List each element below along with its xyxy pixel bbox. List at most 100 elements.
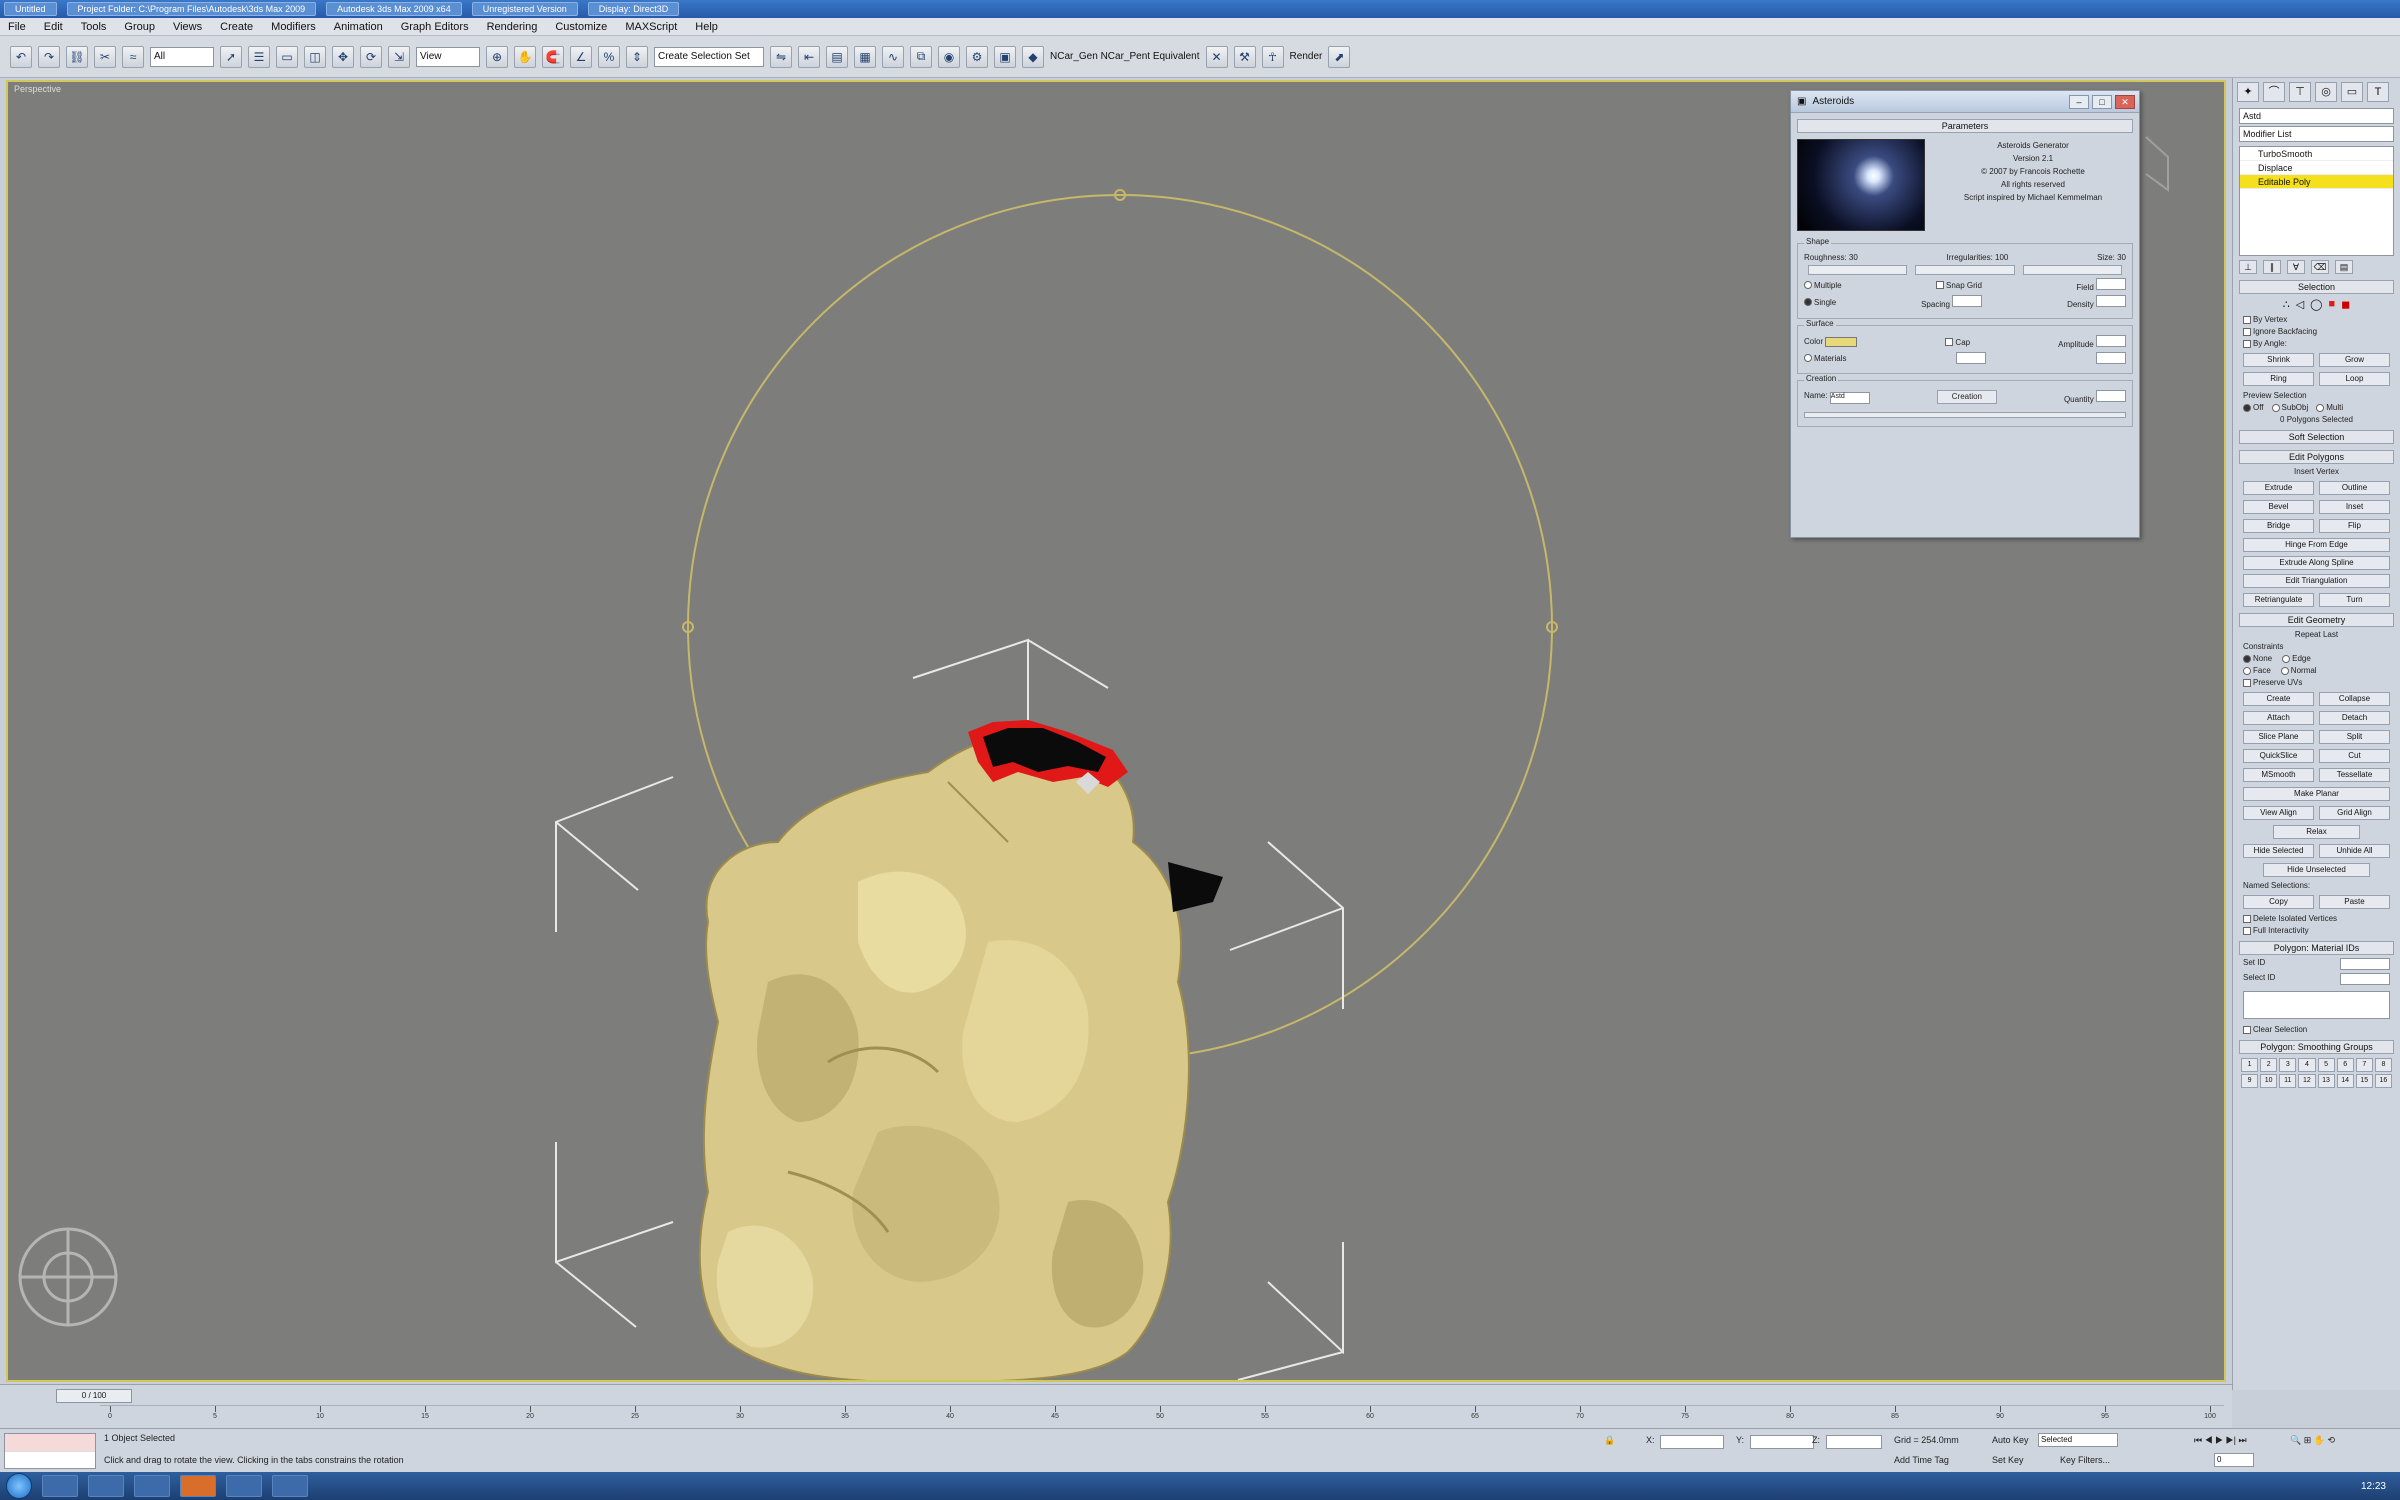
- cut-button[interactable]: Cut: [2319, 749, 2390, 763]
- sg-button[interactable]: 5: [2317, 1058, 2335, 1072]
- menu-rendering[interactable]: Rendering: [487, 21, 538, 33]
- single-radio[interactable]: [1804, 298, 1812, 307]
- preserve-uvs-checkbox[interactable]: [2243, 678, 2251, 687]
- grid-align-button[interactable]: Grid Align: [2319, 806, 2390, 820]
- msmooth-button[interactable]: MSmooth: [2243, 768, 2314, 782]
- media-player-icon[interactable]: [134, 1475, 170, 1497]
- flip-button[interactable]: Flip: [2319, 519, 2390, 533]
- title-tab[interactable]: Project Folder: C:\Program Files\Autodes…: [66, 2, 317, 16]
- title-tab[interactable]: Unregistered Version: [471, 2, 578, 16]
- sg-button[interactable]: 6: [2336, 1058, 2354, 1072]
- edit-polygons-rollout[interactable]: Edit Polygons: [2239, 450, 2394, 464]
- menu-customize[interactable]: Customize: [555, 21, 607, 33]
- sg-button[interactable]: 4: [2298, 1058, 2316, 1072]
- material-editor-icon[interactable]: ◉: [938, 45, 960, 68]
- percent-snap-icon[interactable]: %: [598, 45, 620, 68]
- constraint-none-radio[interactable]: [2243, 654, 2251, 663]
- constraint-normal-radio[interactable]: [2280, 666, 2289, 675]
- bind-space-warp-icon[interactable]: ≈: [122, 45, 144, 68]
- surface-spinner-2[interactable]: [2095, 352, 2126, 364]
- size-slider[interactable]: [2022, 265, 2122, 275]
- amplitude-spinner[interactable]: [2095, 335, 2126, 347]
- configure-sets-icon[interactable]: ▤: [2335, 260, 2353, 274]
- sg-button[interactable]: 12: [2298, 1074, 2316, 1088]
- move-icon[interactable]: ✥: [332, 45, 354, 68]
- align-icon[interactable]: ⇤: [798, 45, 820, 68]
- title-tab[interactable]: Untitled: [4, 2, 57, 16]
- remove-modifier-icon[interactable]: ⌫: [2311, 260, 2329, 274]
- sg-button[interactable]: 8: [2374, 1058, 2392, 1072]
- menu-tools[interactable]: Tools: [81, 21, 107, 33]
- render-button[interactable]: Render: [1290, 51, 1323, 62]
- undo-icon[interactable]: ↶: [10, 45, 32, 68]
- window-crossing-icon[interactable]: ◫: [304, 45, 326, 68]
- menu-file[interactable]: File: [8, 21, 26, 33]
- full-interactivity-checkbox[interactable]: [2243, 926, 2251, 935]
- pin-stack-icon[interactable]: ⊥: [2239, 260, 2257, 274]
- ring-button[interactable]: Ring: [2243, 372, 2314, 386]
- select-object-icon[interactable]: ➚: [220, 45, 242, 68]
- parameters-rollout[interactable]: Parameters: [1797, 119, 2133, 133]
- soft-selection-rollout[interactable]: Soft Selection: [2239, 430, 2394, 444]
- attach-button[interactable]: Attach: [2243, 711, 2314, 725]
- shrink-button[interactable]: Shrink: [2243, 353, 2314, 367]
- material-ids-rollout[interactable]: Polygon: Material IDs: [2239, 941, 2394, 955]
- field-spinner[interactable]: [2096, 278, 2126, 290]
- taskbar-app-icon[interactable]: [226, 1475, 262, 1497]
- sg-button[interactable]: 13: [2317, 1074, 2335, 1088]
- modifier-list-dropdown[interactable]: Modifier List: [2239, 126, 2394, 142]
- menu-create[interactable]: Create: [220, 21, 253, 33]
- turn-button[interactable]: Turn: [2319, 593, 2390, 607]
- display-tab-icon[interactable]: ▭: [2341, 82, 2363, 102]
- playback-controls[interactable]: ⏮ ◀ ▶ ▶| ⏭: [2194, 1435, 2247, 1446]
- x-coordinate-field[interactable]: [1660, 1435, 1724, 1449]
- menu-views[interactable]: Views: [173, 21, 202, 33]
- quickslice-button[interactable]: QuickSlice: [2243, 749, 2314, 763]
- motion-tab-icon[interactable]: ◎: [2315, 82, 2337, 102]
- material-name-dropdown[interactable]: [2243, 991, 2390, 1019]
- sg-button[interactable]: 3: [2279, 1058, 2297, 1072]
- menu-graph-editors[interactable]: Graph Editors: [401, 21, 469, 33]
- rendered-frame-icon[interactable]: ▣: [994, 45, 1016, 68]
- named-selection-sets-dropdown[interactable]: Create Selection Set: [654, 46, 764, 67]
- spacing-spinner[interactable]: [1952, 295, 1983, 307]
- sg-button[interactable]: 7: [2355, 1058, 2373, 1072]
- element-subobject-icon[interactable]: ◼: [2341, 298, 2350, 311]
- menu-group[interactable]: Group: [124, 21, 155, 33]
- z-coordinate-field[interactable]: [1826, 1435, 1882, 1449]
- menu-edit[interactable]: Edit: [44, 21, 63, 33]
- auto-key-button[interactable]: Auto Key: [1992, 1435, 2029, 1445]
- close-icon[interactable]: ✕: [2115, 94, 2135, 109]
- time-slider[interactable]: 0 / 100: [56, 1389, 132, 1403]
- split-checkbox[interactable]: Split: [2319, 730, 2390, 744]
- edit-geometry-rollout[interactable]: Edit Geometry: [2239, 613, 2394, 627]
- ignore-backfacing-checkbox[interactable]: [2243, 327, 2251, 336]
- clear-selection-checkbox[interactable]: [2243, 1025, 2251, 1034]
- 3dsmax-taskbar-icon[interactable]: [180, 1475, 216, 1497]
- constraint-face-radio[interactable]: [2243, 666, 2251, 675]
- make-unique-icon[interactable]: ∀: [2287, 260, 2305, 274]
- constraint-edge-radio[interactable]: [2282, 654, 2291, 663]
- select-manipulate-icon[interactable]: ✋: [514, 45, 536, 68]
- rotate-icon[interactable]: ⟳: [360, 45, 382, 68]
- angle-snap-icon[interactable]: ∠: [570, 45, 592, 68]
- preview-off-radio[interactable]: [2243, 403, 2251, 412]
- tessellate-button[interactable]: Tessellate: [2319, 768, 2390, 782]
- vertex-subobject-icon[interactable]: ∴: [2283, 298, 2290, 311]
- create-button[interactable]: Create: [2243, 692, 2314, 706]
- irregularities-slider[interactable]: [1915, 265, 2015, 275]
- inset-button[interactable]: Inset: [2319, 500, 2390, 514]
- add-time-tag[interactable]: Add Time Tag: [1894, 1455, 1949, 1465]
- title-tab[interactable]: Autodesk 3ds Max 2009 x64: [326, 2, 462, 16]
- extrude-button[interactable]: Extrude: [2243, 481, 2314, 495]
- bridge-button[interactable]: Bridge: [2243, 519, 2314, 533]
- set-id-spinner[interactable]: [2340, 958, 2390, 970]
- repeat-last-button[interactable]: Repeat Last: [2243, 630, 2390, 639]
- ie-icon[interactable]: [42, 1475, 78, 1497]
- sg-button[interactable]: 11: [2279, 1074, 2297, 1088]
- unlink-icon[interactable]: ✂: [94, 45, 116, 68]
- select-id-spinner[interactable]: [2340, 973, 2390, 985]
- utilities-tab-icon[interactable]: T: [2367, 82, 2389, 102]
- detach-button[interactable]: Detach: [2319, 711, 2390, 725]
- loop-button[interactable]: Loop: [2319, 372, 2390, 386]
